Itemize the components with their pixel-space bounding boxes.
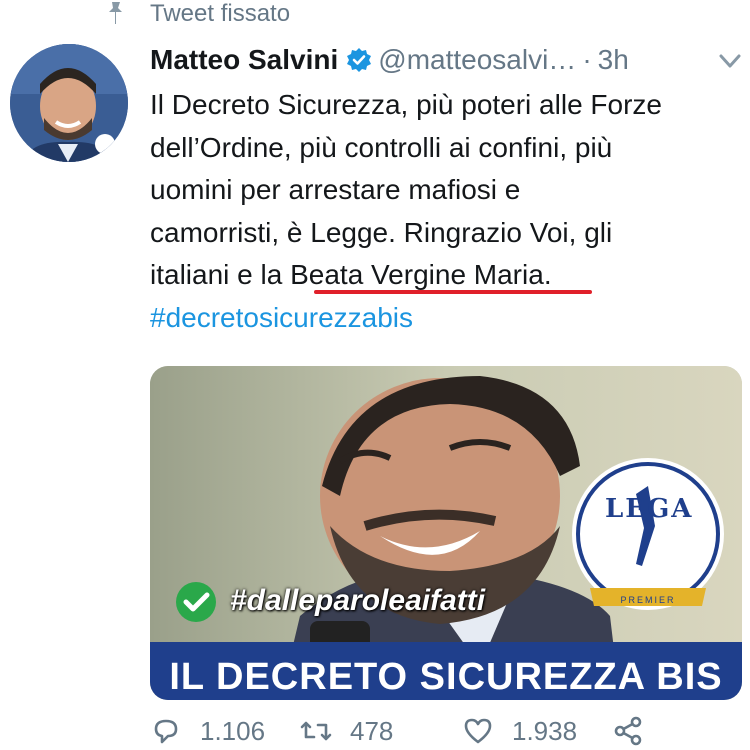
retweet-count: 478	[350, 715, 394, 746]
user-handle[interactable]: @matteosalvi…	[378, 44, 576, 76]
reply-button[interactable]: 1.106	[150, 712, 265, 750]
tweet-line: Il Decreto Sicurezza, più poteri alle Fo…	[150, 89, 662, 120]
retweet-icon	[300, 721, 332, 741]
tweet-actions: 1.106 478 1.938	[150, 712, 750, 750]
like-button[interactable]: 1.938	[462, 712, 577, 750]
tweet-line-suffix: .	[543, 259, 552, 290]
tweet-line: dell’Ordine, più controlli ai confini, p…	[150, 131, 613, 163]
logo-name: SALVINI	[609, 571, 687, 593]
tweet-line: uomini per arrestare mafiosi e	[150, 174, 521, 205]
display-name[interactable]: Matteo Salvini	[150, 44, 338, 76]
chevron-down-icon[interactable]	[718, 52, 742, 70]
tweet-header: Matteo Salvini @matteosalvi… · 3h	[150, 40, 629, 80]
retweet-button[interactable]: 478	[300, 712, 393, 750]
banner-title: IL DECRETO SICUREZZA BIS	[169, 656, 723, 698]
hashtag-link[interactable]: #decretosicurezzabis	[150, 297, 740, 340]
tweet-line-prefix: italiani e la	[150, 259, 291, 290]
media-image[interactable]: LEGA SALVINI PREMIER #dalleparoleaifatti…	[150, 366, 742, 700]
avatar[interactable]	[10, 44, 128, 162]
tweet-line: camorristi, è Legge. Ringrazio Voi, gli	[150, 216, 613, 248]
reply-count: 1.106	[200, 715, 266, 746]
overlay-hashtag: #dalleparoleaifatti	[230, 584, 486, 617]
heart-icon	[464, 718, 492, 744]
logo-subtitle: PREMIER	[620, 595, 676, 605]
like-count: 1.938	[512, 715, 578, 746]
pin-icon	[109, 2, 122, 24]
share-icon	[614, 716, 642, 746]
underlined-phrase: Beata Vergine Maria	[290, 259, 544, 290]
tweet-timestamp[interactable]: 3h	[598, 44, 629, 76]
separator-dot: ·	[582, 44, 592, 75]
share-button[interactable]	[612, 712, 644, 750]
tweet-text: Il Decreto Sicurezza, più poteri alle Fo…	[150, 84, 740, 339]
red-underline-annotation	[314, 290, 592, 294]
reply-icon	[154, 719, 178, 744]
logo-title: LEGA	[605, 494, 694, 524]
verified-badge-icon	[347, 48, 372, 72]
pinned-tweet-label: Tweet fissato	[150, 0, 291, 27]
